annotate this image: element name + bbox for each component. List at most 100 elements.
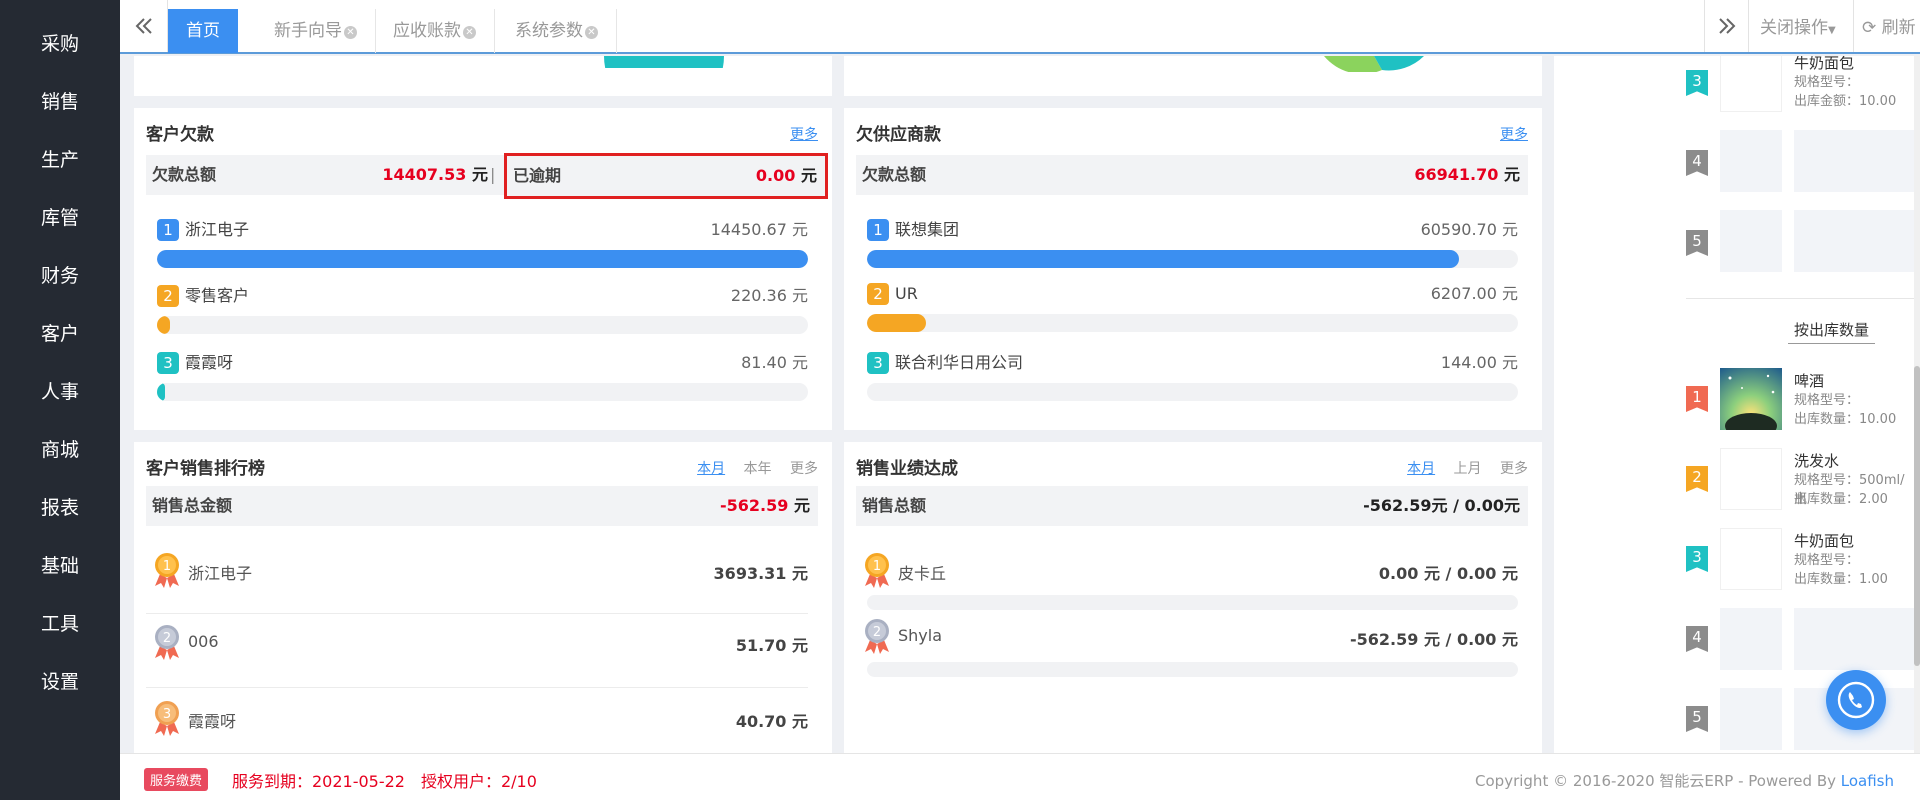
sidebar-item-reports[interactable]: 报表	[0, 479, 120, 537]
close-operations-dropdown[interactable]: 关闭操作▼	[1760, 0, 1836, 52]
tab-guide[interactable]: 新手向导 ✕	[256, 9, 376, 53]
scroll-tabs-right-button[interactable]	[1704, 0, 1749, 52]
performance-amount: 0.00 元 / 0.00 元	[1378, 564, 1518, 583]
performance-amount: -562.59 元 / 0.00 元	[1350, 630, 1518, 649]
sidebar-item-warehouse[interactable]: 库管	[0, 189, 120, 247]
tab-home[interactable]: 首页	[168, 9, 238, 53]
sidebar-item-finance[interactable]: 财务	[0, 247, 120, 305]
more-link[interactable]: 更多	[790, 124, 818, 144]
sales-amount: 3693.31 元	[713, 564, 808, 583]
supplier-name: UR	[895, 284, 918, 303]
close-icon[interactable]: ✕	[585, 26, 598, 39]
product-thumbnail-placeholder	[1720, 210, 1782, 272]
progress-bar	[157, 250, 808, 268]
progress-fill	[867, 314, 926, 332]
sidebar-item-tools[interactable]: 工具	[0, 595, 120, 653]
sales-total-label: 销售总额	[862, 496, 927, 515]
product-spec: 规格型号：	[1794, 75, 1860, 90]
more-link[interactable]: 更多	[1500, 461, 1528, 477]
debt-name: 2 UR	[867, 282, 918, 306]
list-item: 3 霞霞呀 40.70 元	[146, 686, 808, 753]
debt-total-bar: 欠款总额 14407.53 元	[146, 155, 504, 195]
product-thumbnail-placeholder	[1720, 688, 1782, 750]
customer-name: 006	[188, 632, 219, 651]
close-icon[interactable]: ✕	[344, 26, 357, 39]
product-thumbnail[interactable]	[1720, 368, 1782, 430]
tab-bar: 首页 新手向导 ✕ 应收账款 ✕ 系统参数 ✕ 关闭操作▼ ⟳ 刷新	[120, 0, 1920, 54]
list-item: 2 006 51.70 元	[146, 610, 808, 682]
product-thumbnail[interactable]	[1720, 448, 1782, 510]
progress-fill	[157, 250, 808, 268]
rank-badge: 5	[1686, 706, 1708, 732]
sales-amount: 40.70 元	[735, 712, 808, 731]
close-icon[interactable]: ✕	[463, 26, 476, 39]
customer-name: 浙江电子	[185, 220, 250, 239]
product-name: 洗发水	[1794, 452, 1840, 470]
customer-name: 浙江电子	[188, 564, 253, 583]
tab-this-month[interactable]: 本月	[697, 461, 725, 477]
tab-system-params[interactable]: 系统参数 ✕	[497, 9, 617, 53]
phone-icon	[1837, 681, 1875, 719]
brand-link[interactable]: Loafish	[1841, 772, 1894, 790]
sales-total-amount: -562.59	[720, 496, 789, 515]
salesperson-name: 皮卡丘	[898, 564, 947, 583]
debt-name: 1 浙江电子	[157, 218, 249, 242]
sales-total-value: -562.59元 / 0.00元	[1363, 496, 1520, 515]
panel-customer-sales-rank: 客户销售排行榜 本月 本年 更多 销售总金额 -562.59 元 1 浙江电子 …	[134, 442, 832, 753]
unit-label: 元	[1503, 165, 1520, 184]
sidebar-item-basics[interactable]: 基础	[0, 537, 120, 595]
scrollbar-thumb[interactable]	[1914, 366, 1920, 666]
rank-badge: 2	[1686, 466, 1708, 492]
overdue-amount: 0.00	[755, 166, 796, 185]
contact-phone-button[interactable]	[1826, 670, 1886, 730]
collapse-tabs-button[interactable]	[120, 0, 168, 52]
debt-amount: 60590.70 元	[1420, 220, 1518, 239]
scrollbar[interactable]	[1914, 56, 1920, 753]
list-item: 3 霞霞呀 81.40 元	[157, 351, 808, 411]
tab-last-month[interactable]: 上月	[1454, 461, 1482, 477]
rank-badge: 5	[1686, 230, 1708, 256]
tab-this-month[interactable]: 本月	[1407, 461, 1435, 477]
product-name: 牛奶面包	[1794, 532, 1855, 550]
sidebar-item-sales[interactable]: 销售	[0, 73, 120, 131]
footer: 服务缴费 服务到期：2021-05-22 授权用户：2/10 Copyright…	[120, 753, 1920, 800]
customer-name: 霞霞呀	[185, 353, 234, 372]
medal-rank-number: 2	[873, 625, 881, 640]
period-tabs: 本月 本年 更多	[683, 458, 818, 478]
refresh-label: 刷新	[1881, 18, 1916, 38]
sidebar-item-customer[interactable]: 客户	[0, 305, 120, 363]
product-thumbnail[interactable]	[1720, 528, 1782, 590]
section-title: 按出库数量	[1788, 319, 1876, 344]
sales-total-label: 销售总金额	[152, 496, 233, 515]
sidebar-nav: 采购 销售 生产 库管 财务 客户 人事 商城 报表 基础 工具 设置	[0, 0, 120, 800]
service-payment-button[interactable]: 服务缴费	[144, 768, 209, 791]
list-item: 2 零售客户 220.36 元	[157, 284, 808, 344]
debt-total-bar: 欠款总额 66941.70 元	[856, 155, 1528, 195]
product-thumbnail[interactable]	[1720, 56, 1782, 112]
sidebar-item-settings[interactable]: 设置	[0, 653, 120, 711]
sidebar-item-production[interactable]: 生产	[0, 131, 120, 189]
tab-receivables[interactable]: 应收账款 ✕	[375, 9, 495, 53]
sidebar-item-purchase[interactable]: 采购	[0, 15, 120, 73]
more-link[interactable]: 更多	[790, 461, 818, 477]
list-item: 1 浙江电子 3693.31 元	[146, 538, 808, 610]
product-metric: 出库数量：10.00	[1794, 412, 1897, 427]
overdue-label: 已逾期	[513, 166, 562, 185]
sidebar-item-mall[interactable]: 商城	[0, 421, 120, 479]
refresh-button[interactable]: ⟳ 刷新	[1853, 0, 1916, 52]
tab-this-year[interactable]: 本年	[744, 461, 772, 477]
more-link[interactable]: 更多	[1500, 124, 1528, 144]
progress-bar	[867, 314, 1518, 332]
gold-medal-icon: 1	[865, 553, 889, 588]
product-metric: 出库数量：1.00	[1794, 572, 1888, 587]
service-expiry-text: 服务到期：2021-05-22 授权用户：2/10	[232, 772, 537, 791]
product-metric: 出库数量：2.00	[1794, 492, 1888, 507]
rank-badge: 1	[867, 219, 889, 241]
silver-medal-icon: 2	[155, 625, 179, 660]
tab-guide-label: 新手向导	[274, 21, 342, 41]
unit-label: 元	[471, 165, 488, 184]
sidebar-item-hr[interactable]: 人事	[0, 363, 120, 421]
list-item: 3 联合利华日用公司 144.00 元	[867, 351, 1518, 411]
rank-badge: 4	[1686, 150, 1708, 176]
debt-total-label: 欠款总额	[862, 165, 927, 184]
